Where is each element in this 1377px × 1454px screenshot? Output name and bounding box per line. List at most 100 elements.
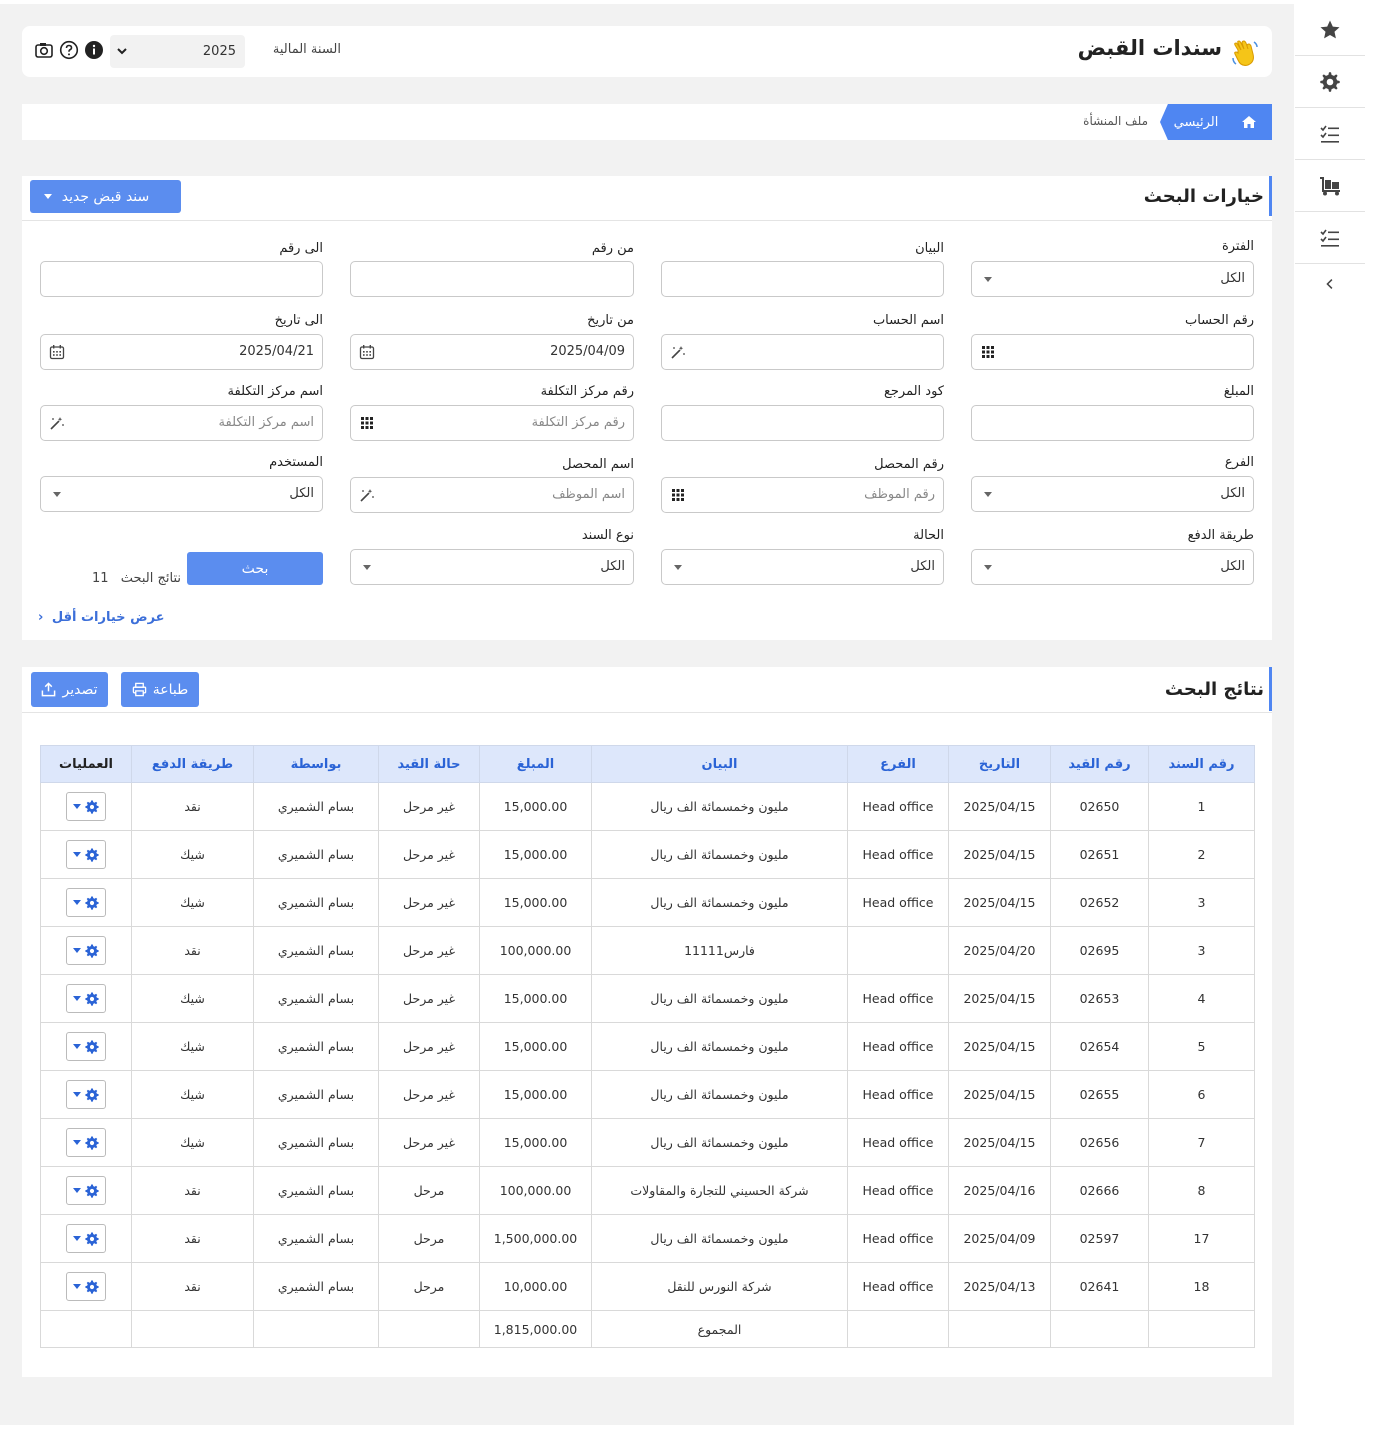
breadcrumb-main[interactable]: الرئيسي [1160, 104, 1226, 140]
table-row[interactable]: 4 02653 2025/04/15 Head office مليون وخمسمائ… [40, 974, 1255, 1023]
table-cell: 1,815,000.00 [479, 1310, 592, 1348]
breadcrumb-home[interactable] [1226, 104, 1272, 140]
table-cell-operations [40, 878, 132, 927]
gear-icon [85, 1087, 99, 1102]
magic-wand-icon[interactable] [670, 344, 686, 360]
camera-icon[interactable] [34, 40, 54, 60]
settings-button[interactable] [1295, 56, 1365, 108]
collector-number-input[interactable]: رقم الموظف [661, 477, 944, 513]
column-header[interactable]: البيان [591, 745, 848, 783]
column-header: العمليات [40, 745, 132, 783]
row-actions-button[interactable] [66, 936, 106, 965]
checklist-button[interactable] [1295, 212, 1365, 264]
table-row[interactable]: 3 02695 2025/04/20 فارس11111 100,000.00 غير م… [40, 926, 1255, 975]
column-header[interactable]: حالة القيد [378, 745, 480, 783]
table-row[interactable]: 18 02641 2025/04/13 Head office شركة النورس … [40, 1262, 1255, 1311]
amount-input[interactable] [971, 405, 1254, 441]
inventory-button[interactable] [1295, 160, 1365, 212]
page-header: سندات القبض السنة المالية 2025 [22, 26, 1272, 77]
user-label: المستخدم [269, 455, 323, 470]
user-select[interactable]: الكل [40, 476, 323, 512]
row-actions-button[interactable] [66, 888, 106, 917]
grid-icon[interactable] [359, 415, 375, 431]
from-date-input[interactable]: 2025/04/09 [350, 334, 634, 370]
export-button[interactable]: تصدير [31, 672, 108, 707]
account-number-input[interactable] [971, 334, 1254, 370]
reference-code-input[interactable] [661, 405, 944, 441]
calendar-icon[interactable] [49, 344, 65, 360]
table-cell: مليون وخمسمائة الف ريال [591, 1118, 848, 1167]
column-header[interactable]: التاريخ [948, 745, 1051, 783]
cost-center-number-input[interactable]: رقم مركز التكلفة [350, 405, 634, 441]
to-date-input[interactable]: 2025/04/21 [40, 334, 323, 370]
gear-icon [85, 1279, 99, 1294]
column-header[interactable]: بواسطة [253, 745, 379, 783]
row-actions-button[interactable] [66, 1272, 106, 1301]
column-header[interactable]: طريقة الدفع [131, 745, 254, 783]
row-actions-button[interactable] [66, 1032, 106, 1061]
row-actions-button[interactable] [66, 1176, 106, 1205]
table-row[interactable]: 6 02655 2025/04/15 Head office مليون وخمسمائ… [40, 1070, 1255, 1119]
breadcrumb-org[interactable]: ملف المنشأة [1083, 114, 1148, 128]
new-receipt-label: سند قبض جديد [61, 188, 150, 205]
table-cell: غير مرحل [378, 1022, 480, 1071]
row-actions-button[interactable] [66, 1224, 106, 1253]
show-less-options-link[interactable]: عرض خيارات أقل ‹ [38, 610, 165, 625]
payment-method-select[interactable]: الكل [971, 549, 1254, 585]
gear-icon [85, 1039, 99, 1054]
column-header[interactable]: رقم القيد [1050, 745, 1149, 783]
from-date-label: من تاريخ [587, 313, 634, 328]
row-actions-button[interactable] [66, 792, 106, 821]
row-actions-button[interactable] [66, 840, 106, 869]
table-row[interactable]: 3 02652 2025/04/15 Head office مليون وخمسمائ… [40, 878, 1255, 927]
star-icon [1320, 20, 1340, 38]
collector-name-input[interactable]: اسم الموظف [350, 477, 634, 513]
info-icon[interactable] [84, 40, 104, 60]
table-cell-operations [40, 1166, 132, 1215]
to-number-input[interactable] [40, 261, 323, 297]
table-cell: شيك [131, 974, 254, 1023]
collapse-rail-button[interactable] [1295, 264, 1365, 304]
row-actions-button[interactable] [66, 1080, 106, 1109]
magic-wand-icon[interactable] [49, 415, 65, 431]
grid-icon[interactable] [980, 344, 996, 360]
table-cell: Head office [847, 1022, 949, 1071]
column-header[interactable]: الفرع [847, 745, 949, 783]
grid-icon[interactable] [670, 487, 686, 503]
cost-center-name-label: اسم مركز التكلفة [227, 384, 323, 399]
table-row[interactable]: 5 02654 2025/04/15 Head office مليون وخمسمائ… [40, 1022, 1255, 1071]
column-header[interactable]: رقم السند [1148, 745, 1255, 783]
branch-select[interactable]: الكل [971, 476, 1254, 512]
table-cell: بسام الشميري [253, 1262, 379, 1311]
results-table: رقم السند رقم القيد التاريخ الفرع البيان… [40, 745, 1255, 1348]
favorites-button[interactable] [1295, 4, 1365, 56]
table-cell: فارس11111 [591, 926, 848, 975]
table-cell: Head office [847, 878, 949, 927]
table-row[interactable]: 8 02666 2025/04/16 Head office شركة الحسيني … [40, 1166, 1255, 1215]
voucher-type-select[interactable]: الكل [350, 549, 634, 585]
row-actions-button[interactable] [66, 1128, 106, 1157]
cost-center-name-input[interactable]: اسم مركز التكلفة [40, 405, 323, 441]
table-row[interactable]: 17 02597 2025/04/09 Head office مليون وخمسما… [40, 1214, 1255, 1263]
table-row[interactable]: 7 02656 2025/04/15 Head office مليون وخمسمائ… [40, 1118, 1255, 1167]
status-select[interactable]: الكل [661, 549, 944, 585]
table-cell: 2025/04/13 [948, 1262, 1051, 1311]
show-less-options-label: عرض خيارات أقل [51, 610, 165, 625]
from-number-input[interactable] [350, 261, 634, 297]
account-name-input[interactable] [661, 334, 944, 370]
table-row[interactable]: 2 02651 2025/04/15 Head office مليون وخمسمائ… [40, 830, 1255, 879]
row-actions-button[interactable] [66, 984, 106, 1013]
period-select[interactable]: الكل [971, 261, 1254, 297]
magic-wand-icon[interactable] [359, 487, 375, 503]
tasks-button[interactable] [1295, 108, 1365, 160]
fiscal-year-select[interactable]: 2025 [110, 35, 245, 68]
calendar-icon[interactable] [359, 344, 375, 360]
column-header[interactable]: المبلغ [479, 745, 592, 783]
help-icon[interactable] [59, 40, 79, 60]
search-button[interactable]: بحث [187, 552, 323, 585]
print-button[interactable]: طباعة [121, 672, 199, 707]
table-row[interactable]: 1 02650 2025/04/15 Head office مليون وخمسمائ… [40, 782, 1255, 831]
caret-down-icon [73, 1188, 81, 1193]
statement-input[interactable] [661, 261, 944, 297]
new-receipt-button[interactable]: سند قبض جديد [30, 180, 181, 213]
